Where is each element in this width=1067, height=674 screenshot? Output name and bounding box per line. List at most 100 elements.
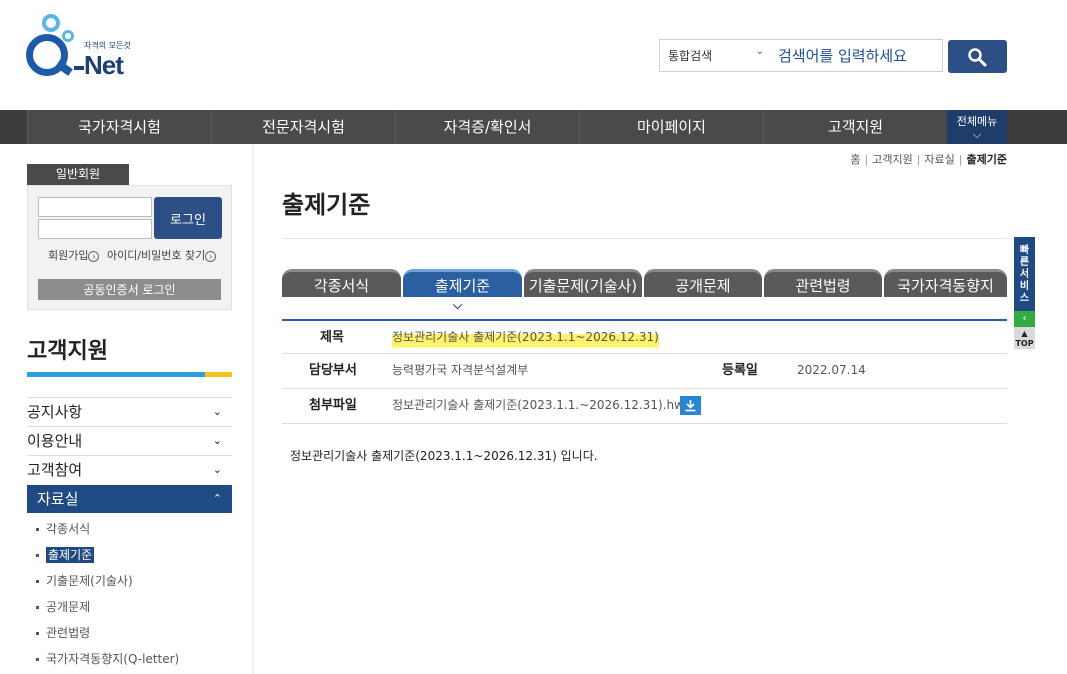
search-input[interactable] bbox=[772, 40, 942, 71]
nav-customer-support[interactable]: 고객지원 bbox=[763, 110, 947, 144]
certificate-login-button[interactable]: 공동인증서 로그인 bbox=[38, 279, 221, 300]
search-type-label: 통합검색 bbox=[668, 49, 713, 63]
subject-value: 정보관리기술사 출제기준(2023.1.1~2026.12.31) bbox=[392, 321, 659, 354]
search-icon bbox=[968, 48, 987, 67]
chevron-down-icon: ⌄ bbox=[212, 463, 222, 476]
subject-label: 제목 bbox=[320, 330, 344, 345]
breadcrumb-separator: | bbox=[916, 153, 921, 166]
tab-exam-criteria[interactable]: 출제기준 bbox=[403, 269, 522, 297]
chevron-left-icon[interactable]: ‹ bbox=[1014, 311, 1035, 327]
login-links: 회원가입 › 아이디/비밀번호 찾기 › bbox=[48, 247, 220, 263]
sidebar-title-bar bbox=[27, 372, 205, 377]
breadcrumb-customer[interactable]: 고객지원 bbox=[872, 153, 912, 166]
submenu-item-label: 국가자격동향지(Q-letter) bbox=[46, 652, 180, 666]
download-icon[interactable] bbox=[680, 396, 701, 415]
submenu-item-forms[interactable]: 각종서식 bbox=[36, 520, 179, 546]
page: 자격의 모든것 Net 통합검색 ⌄ 국가자격시험 전문자격시험 자격증/확인서… bbox=[0, 0, 1067, 674]
submenu-item-public-questions[interactable]: 공개문제 bbox=[36, 598, 179, 624]
find-account-link[interactable]: 아이디/비밀번호 찾기 › bbox=[106, 247, 217, 263]
tab-laws[interactable]: 관련법령 bbox=[764, 269, 882, 297]
breadcrumb-home[interactable]: 홈 bbox=[850, 153, 860, 166]
tab-public-questions[interactable]: 공개문제 bbox=[644, 269, 762, 297]
submenu-item-label: 출제기준 bbox=[46, 547, 95, 563]
department-label: 담당부서 bbox=[309, 363, 357, 378]
password-field[interactable] bbox=[38, 219, 152, 239]
join-link-label: 회원가입 bbox=[48, 249, 89, 262]
sidebar-item-participation[interactable]: 고객참여 ⌄ bbox=[27, 455, 232, 484]
chevron-up-icon: ⌃ bbox=[212, 492, 222, 505]
content-tabs: 각종서식 출제기준 기출문제(기술사) 공개문제 관련법령 국가자격동향지 bbox=[282, 269, 1007, 297]
sidebar-item-notice[interactable]: 공지사항 ⌄ bbox=[27, 397, 232, 426]
qnet-logo[interactable]: 자격의 모든것 Net bbox=[24, 12, 144, 92]
post-body: 정보관리기술사 출제기준(2023.1.1~2026.12.31) 입니다. bbox=[290, 449, 598, 463]
nav-certificate[interactable]: 자격증/확인서 bbox=[395, 110, 579, 144]
detail-table: 제목 정보관리기술사 출제기준(2023.1.1~2026.12.31) 담당부… bbox=[282, 319, 1007, 424]
breadcrumb: 홈 | 고객지원 | 자료실 | 출제기준 bbox=[850, 151, 1007, 167]
department-value: 능력평가국 자격분석설계부 bbox=[392, 363, 529, 377]
login-box: 로그인 회원가입 › 아이디/비밀번호 찾기 › 공동인증서 로그인 bbox=[27, 185, 232, 310]
logo-text: Net bbox=[84, 50, 124, 80]
chevron-right-icon: › bbox=[88, 250, 100, 262]
sidebar-item-label: 고객참여 bbox=[27, 461, 83, 479]
table-row: 담당부서 능력평가국 자격분석설계부 등록일 2022.07.14 bbox=[282, 354, 1007, 389]
chevron-down-icon: ⌄ bbox=[212, 405, 222, 418]
tab-past-exams[interactable]: 기출문제(기술사) bbox=[524, 269, 642, 297]
breadcrumb-separator: | bbox=[864, 153, 869, 166]
submenu-item-label: 기출문제(기술사) bbox=[46, 574, 133, 588]
top-navigation: 국가자격시험 전문자격시험 자격증/확인서 마이페이지 고객지원 전체메뉴 ⌵ bbox=[0, 110, 1067, 144]
date-value: 2022.07.14 bbox=[797, 363, 866, 377]
sidebar-item-guide[interactable]: 이용안내 ⌄ bbox=[27, 426, 232, 455]
login-button[interactable]: 로그인 bbox=[154, 197, 222, 239]
attachment-link[interactable]: 정보관리기술사 출제기준(2023.1.1.~2026.12.31).hwp bbox=[392, 389, 691, 422]
all-menu-button[interactable]: 전체메뉴 ⌵ bbox=[947, 110, 1007, 144]
chevron-right-icon: › bbox=[205, 250, 217, 262]
sidebar-item-label: 이용안내 bbox=[27, 432, 83, 450]
search-type-select[interactable]: 통합검색 ⌄ bbox=[660, 40, 772, 71]
date-label: 등록일 bbox=[722, 363, 758, 378]
table-row: 제목 정보관리기술사 출제기준(2023.1.1~2026.12.31) bbox=[282, 319, 1007, 354]
sidebar-item-label: 공지사항 bbox=[27, 403, 83, 421]
title-divider bbox=[282, 238, 1007, 239]
member-tab[interactable]: 일반회원 bbox=[27, 164, 129, 185]
sidebar-title-bar-accent bbox=[205, 372, 232, 377]
scroll-top-button[interactable]: ▲ TOP bbox=[1014, 327, 1035, 349]
breadcrumb-current: 출제기준 bbox=[966, 153, 1007, 166]
nav-professional-exam[interactable]: 전문자격시험 bbox=[211, 110, 395, 144]
logo-bubble-small bbox=[62, 30, 74, 42]
table-row: 첨부파일 정보관리기술사 출제기준(2023.1.1.~2026.12.31).… bbox=[282, 389, 1007, 424]
logo-dash bbox=[74, 66, 84, 70]
sidebar-submenu: 각종서식 출제기준 기출문제(기술사) 공개문제 관련법령 국가자격동향지(Q-… bbox=[36, 520, 179, 674]
join-link[interactable]: 회원가입 › bbox=[48, 247, 100, 263]
caret-up-icon: ▲ bbox=[1021, 329, 1028, 338]
sidebar-divider bbox=[252, 144, 254, 674]
chevron-down-icon: ⌄ bbox=[755, 46, 764, 57]
chevron-down-icon: ⌵ bbox=[453, 298, 463, 312]
sidebar-menu: 공지사항 ⌄ 이용안내 ⌄ 고객참여 ⌄ 자료실 ⌃ bbox=[27, 397, 232, 513]
page-title: 출제기준 bbox=[282, 191, 371, 219]
logo-q-tail bbox=[55, 60, 73, 76]
nav-national-exam[interactable]: 국가자격시험 bbox=[27, 110, 211, 144]
all-menu-label: 전체메뉴 bbox=[956, 115, 998, 128]
breadcrumb-archive[interactable]: 자료실 bbox=[924, 153, 954, 166]
sidebar-item-archive[interactable]: 자료실 ⌃ bbox=[27, 485, 232, 513]
quick-service-label: 빠른서비스 bbox=[1019, 245, 1030, 304]
submenu-item-exam-criteria[interactable]: 출제기준 bbox=[36, 546, 179, 572]
tab-forms[interactable]: 각종서식 bbox=[282, 269, 401, 297]
nav-mypage[interactable]: 마이페이지 bbox=[579, 110, 763, 144]
tab-newsletter[interactable]: 국가자격동향지 bbox=[884, 269, 1007, 297]
submenu-item-newsletter[interactable]: 국가자격동향지(Q-letter) bbox=[36, 650, 179, 674]
attachment-label: 첨부파일 bbox=[309, 398, 357, 413]
submenu-item-label: 공개문제 bbox=[46, 600, 91, 614]
find-account-label: 아이디/비밀번호 찾기 bbox=[106, 249, 206, 262]
breadcrumb-separator: | bbox=[958, 153, 963, 166]
logo-bubble-large bbox=[42, 14, 60, 32]
submenu-item-past-exams[interactable]: 기출문제(기술사) bbox=[36, 572, 179, 598]
chevron-down-icon: ⌵ bbox=[972, 128, 982, 141]
chevron-down-icon: ⌄ bbox=[212, 434, 222, 447]
submenu-item-laws[interactable]: 관련법령 bbox=[36, 624, 179, 650]
top-label: TOP bbox=[1015, 339, 1034, 348]
search-button[interactable] bbox=[948, 40, 1007, 73]
id-field[interactable] bbox=[38, 197, 152, 217]
submenu-item-label: 관련법령 bbox=[46, 626, 91, 640]
submenu-item-label: 각종서식 bbox=[46, 522, 91, 536]
